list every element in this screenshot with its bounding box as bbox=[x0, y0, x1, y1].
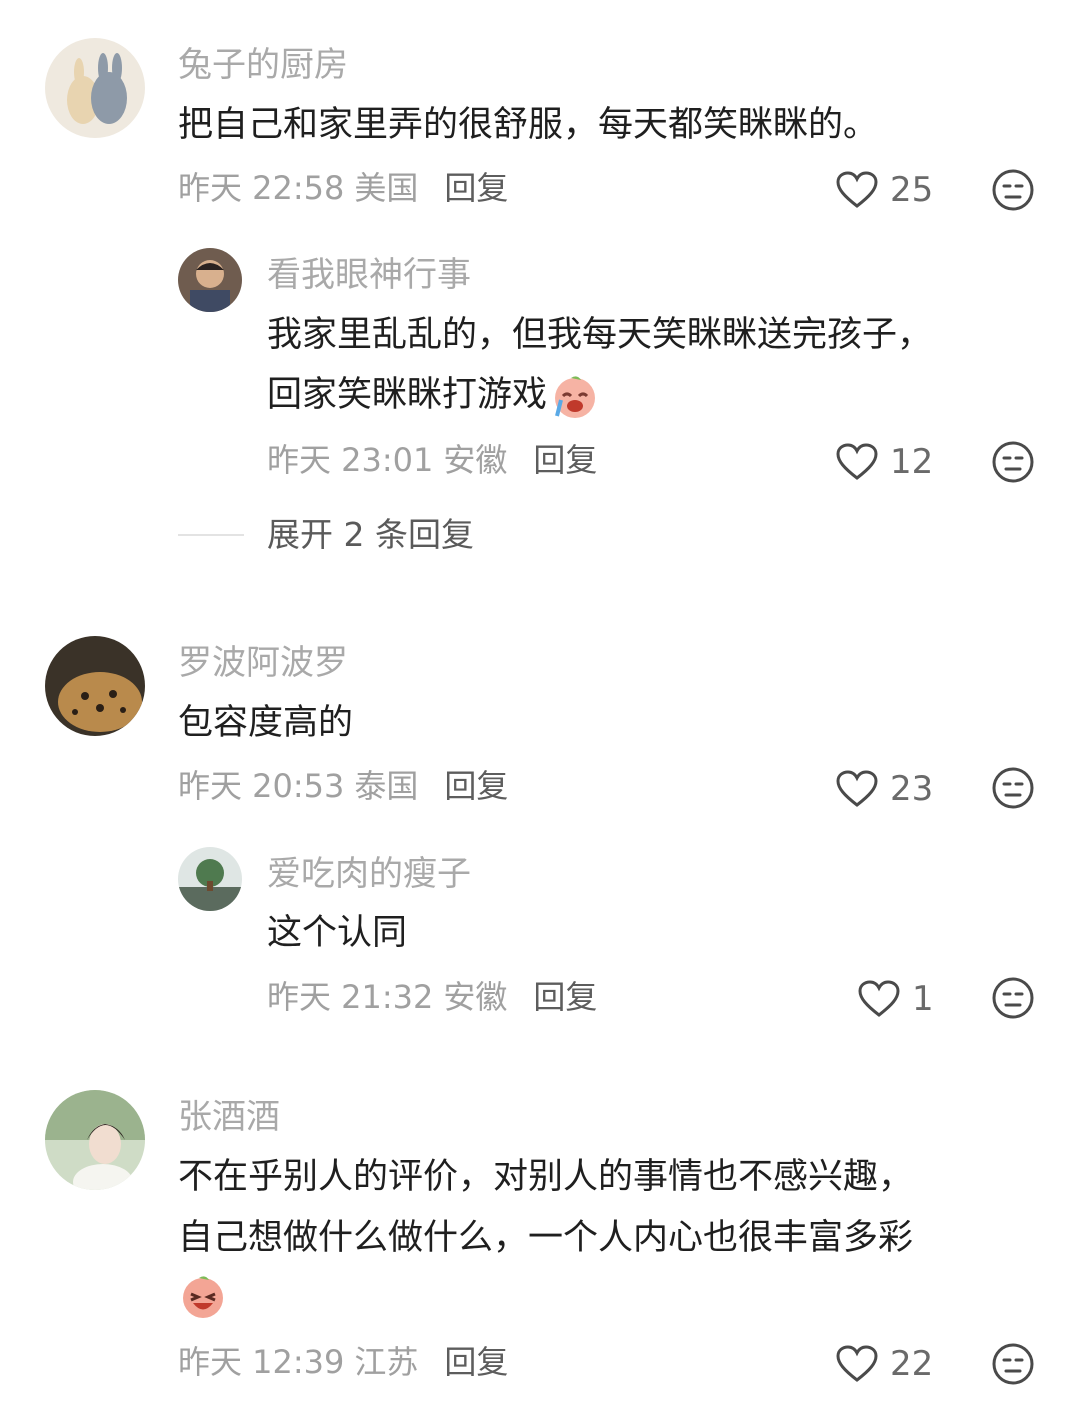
avatar[interactable] bbox=[178, 847, 242, 911]
dislike-face-icon[interactable] bbox=[992, 1343, 1034, 1385]
heart-icon bbox=[836, 171, 878, 208]
reply-button[interactable]: 回复 bbox=[444, 767, 508, 805]
comment-text: 包容度高的 bbox=[178, 703, 354, 743]
reply-text-line: 回家笑眯眯打游戏 bbox=[267, 365, 599, 425]
like-button[interactable]: 23 bbox=[836, 769, 933, 809]
reply-button[interactable]: 回复 bbox=[533, 441, 597, 479]
comment-text: 把自己和家里弄的很舒服，每天都笑眯眯的。 bbox=[178, 105, 879, 145]
crying-laugh-emoji bbox=[555, 376, 596, 418]
username[interactable]: 看我眼神行事 bbox=[267, 255, 471, 295]
comment-meta: 昨天 22:58 美国 回复 bbox=[178, 168, 508, 208]
dislike-face-icon[interactable] bbox=[992, 977, 1034, 1019]
location: 江苏 bbox=[354, 1343, 419, 1381]
like-button[interactable]: 12 bbox=[836, 442, 933, 482]
dislike-face-icon[interactable] bbox=[992, 169, 1034, 211]
comment-text-line: 自己想做什么做什么，一个人内心也很丰富多彩 bbox=[178, 1218, 914, 1258]
heart-icon bbox=[836, 443, 878, 480]
heart-icon bbox=[858, 980, 900, 1017]
avatar[interactable] bbox=[178, 248, 242, 312]
comment-meta: 昨天 23:01 安徽 回复 bbox=[267, 440, 597, 480]
avatar[interactable] bbox=[45, 636, 145, 736]
comment-meta: 昨天 20:53 泰国 回复 bbox=[178, 766, 508, 806]
username[interactable]: 张酒酒 bbox=[178, 1097, 280, 1137]
timestamp: 昨天 23:01 bbox=[267, 441, 434, 479]
timestamp: 昨天 20:53 bbox=[178, 767, 345, 805]
like-button[interactable]: 1 bbox=[858, 979, 934, 1019]
heart-icon bbox=[836, 770, 878, 807]
location: 安徽 bbox=[443, 441, 508, 479]
timestamp: 昨天 22:58 bbox=[178, 169, 345, 207]
username[interactable]: 兔子的厨房 bbox=[178, 45, 348, 85]
location: 泰国 bbox=[354, 767, 419, 805]
location: 美国 bbox=[354, 169, 419, 207]
reply-text-line: 我家里乱乱的，但我每天笑眯眯送完孩子， bbox=[267, 315, 933, 355]
like-count: 23 bbox=[890, 769, 934, 809]
comment-meta: 昨天 12:39 江苏 回复 bbox=[178, 1342, 508, 1382]
like-button[interactable]: 22 bbox=[836, 1344, 933, 1384]
avatar[interactable] bbox=[45, 1090, 145, 1190]
dislike-face-icon[interactable] bbox=[992, 767, 1034, 809]
comment-text-line: 不在乎别人的评价，对别人的事情也不感兴趣， bbox=[178, 1157, 914, 1197]
timestamp: 昨天 12:39 bbox=[178, 1343, 345, 1381]
avatar[interactable] bbox=[45, 38, 145, 138]
username[interactable]: 罗波阿波罗 bbox=[178, 643, 348, 683]
reply-button[interactable]: 回复 bbox=[444, 1343, 508, 1381]
like-count: 25 bbox=[890, 170, 934, 210]
location: 安徽 bbox=[443, 978, 508, 1016]
comment-meta: 昨天 21:32 安徽 回复 bbox=[267, 977, 597, 1017]
reply-text-line: 这个认同 bbox=[267, 913, 408, 953]
username[interactable]: 爱吃肉的瘦子 bbox=[267, 854, 471, 894]
divider bbox=[178, 534, 244, 536]
heart-icon bbox=[836, 1345, 878, 1382]
like-count: 22 bbox=[890, 1344, 934, 1384]
dislike-face-icon[interactable] bbox=[992, 441, 1034, 483]
reply-button[interactable]: 回复 bbox=[533, 978, 597, 1016]
expand-replies-button[interactable]: 展开 2 条回复 bbox=[267, 515, 474, 555]
like-button[interactable]: 25 bbox=[836, 170, 933, 210]
reply-button[interactable]: 回复 bbox=[444, 169, 508, 207]
laughing-emoji bbox=[183, 1276, 223, 1318]
like-count: 1 bbox=[912, 979, 934, 1019]
like-count: 12 bbox=[890, 442, 934, 482]
timestamp: 昨天 21:32 bbox=[267, 978, 434, 1016]
